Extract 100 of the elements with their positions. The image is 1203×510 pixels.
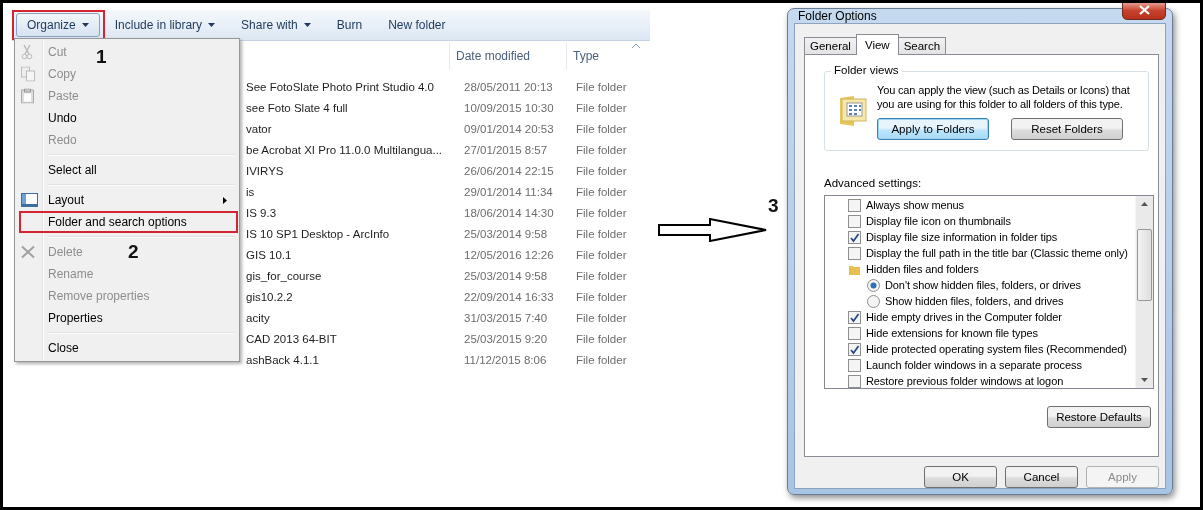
sort-caret-icon bbox=[632, 44, 640, 48]
date-modified: 11/12/2015 8:06 bbox=[464, 353, 548, 366]
file-type: File folder bbox=[576, 185, 627, 198]
menu-item[interactable]: Undo bbox=[17, 107, 77, 129]
file-name: acity bbox=[246, 311, 271, 324]
radio-option[interactable]: Show hidden files, folders, and drives bbox=[825, 293, 1135, 309]
checkbox-option[interactable]: Hide extensions for known file types bbox=[825, 325, 1135, 341]
file-name: GIS 10.1 bbox=[246, 248, 293, 261]
checkbox[interactable] bbox=[848, 230, 861, 244]
step-number: 3 bbox=[768, 195, 779, 217]
column-header[interactable]: Date modified bbox=[449, 42, 566, 70]
date-modified: 09/01/2014 20:53 bbox=[464, 122, 555, 135]
file-type: File folder bbox=[576, 311, 627, 324]
file-type: File folder bbox=[576, 80, 627, 93]
file-name: be Acrobat XI Pro 11.0.0 Multilangua... bbox=[246, 143, 444, 156]
toolbar-button[interactable]: New folder bbox=[377, 13, 457, 37]
menu-item[interactable]: Close bbox=[17, 337, 79, 359]
file-type: File folder bbox=[576, 269, 627, 282]
checkbox[interactable] bbox=[848, 214, 861, 228]
dialog-button[interactable]: Apply to Folders bbox=[877, 118, 989, 140]
file-type: File folder bbox=[576, 206, 627, 219]
file-name: IVIRYS bbox=[246, 164, 285, 177]
checkbox[interactable] bbox=[848, 310, 861, 324]
folder-option: Hidden files and folders bbox=[825, 261, 1135, 277]
menu-item[interactable]: Folder and search options bbox=[17, 211, 237, 233]
checkbox[interactable] bbox=[848, 326, 861, 340]
file-name: gis10.2.2 bbox=[246, 290, 294, 303]
file-name: ashBack 4.1.1 bbox=[246, 353, 320, 366]
checkbox-option[interactable]: Launch folder windows in a separate process bbox=[825, 357, 1135, 373]
checkbox[interactable] bbox=[848, 198, 861, 212]
file-type: File folder bbox=[576, 164, 627, 177]
file-name: IS 10 SP1 Desktop - ArcInfo bbox=[246, 227, 391, 240]
date-modified: 26/06/2014 22:15 bbox=[464, 164, 555, 177]
group-label: Folder views bbox=[831, 64, 902, 76]
date-modified: 25/03/2015 9:20 bbox=[464, 332, 549, 345]
section-label: Advanced settings: bbox=[824, 177, 923, 189]
close-icon bbox=[1138, 5, 1150, 15]
scroll-thumb[interactable] bbox=[1137, 229, 1152, 301]
tab[interactable]: View bbox=[855, 34, 899, 55]
menu-item[interactable]: Properties bbox=[17, 307, 103, 329]
window-title: Folder Options bbox=[798, 9, 877, 23]
date-modified: 27/01/2015 8:57 bbox=[464, 143, 549, 156]
date-modified: 25/03/2014 9:58 bbox=[464, 227, 549, 240]
radio-button[interactable] bbox=[867, 294, 880, 308]
file-name: See FotoSlate Photo Print Studio 4.0 bbox=[246, 80, 435, 93]
checkbox[interactable] bbox=[848, 358, 861, 372]
date-modified: 22/09/2014 16:33 bbox=[464, 290, 555, 303]
file-type: File folder bbox=[576, 101, 627, 114]
file-type: File folder bbox=[576, 332, 627, 345]
radio-button[interactable] bbox=[867, 278, 880, 292]
scroll-up-icon[interactable] bbox=[1141, 202, 1148, 206]
copy-icon bbox=[21, 66, 35, 82]
file-name: IS 9.3 bbox=[246, 206, 278, 219]
folder-view-icon bbox=[838, 95, 868, 127]
layout-icon bbox=[21, 193, 38, 207]
date-modified: 28/05/2011 20:13 bbox=[464, 80, 554, 93]
file-name: vator bbox=[246, 122, 273, 135]
date-modified: 18/06/2014 14:30 bbox=[464, 206, 555, 219]
date-modified: 29/01/2014 11:34 bbox=[464, 185, 554, 198]
date-modified: 12/05/2016 12:26 bbox=[464, 248, 555, 261]
checkbox-option[interactable]: Always show menus bbox=[825, 197, 1135, 213]
delete-icon bbox=[21, 245, 35, 259]
step-number: 2 bbox=[128, 241, 139, 263]
file-name: is bbox=[246, 185, 256, 198]
radio-option[interactable]: Don't show hidden files, folders, or drives bbox=[825, 277, 1135, 293]
file-type: File folder bbox=[576, 143, 627, 156]
tab[interactable]: General bbox=[804, 37, 857, 54]
tab[interactable]: Search bbox=[897, 37, 947, 54]
description-text: You can apply the view (such as Details or Icons) that you are using for this folder to all folders of this type. bbox=[877, 83, 1131, 111]
checkbox-option[interactable]: Restore previous folder windows at logon bbox=[825, 373, 1135, 389]
checkbox-option[interactable]: Hide empty drives in the Computer folder bbox=[825, 309, 1135, 325]
clipboard-icon bbox=[21, 88, 34, 104]
menu-item[interactable]: Layout bbox=[17, 189, 237, 211]
close-button[interactable] bbox=[1122, 3, 1166, 20]
column-header[interactable]: Type bbox=[566, 42, 628, 70]
step-number: 1 bbox=[96, 46, 107, 68]
checkbox-option[interactable]: Display file icon on thumbnails bbox=[825, 213, 1135, 229]
dialog-button[interactable]: Reset Folders bbox=[1011, 118, 1123, 140]
file-type: File folder bbox=[576, 290, 627, 303]
checkbox-option[interactable]: Display the full path in the title bar (Classic theme only) bbox=[825, 245, 1135, 261]
date-modified: 10/09/2015 10:30 bbox=[464, 101, 555, 114]
scroll-down-icon[interactable] bbox=[1141, 378, 1148, 382]
date-modified: 31/03/2015 7:40 bbox=[464, 311, 549, 324]
restore-defaults-button[interactable]: Restore Defaults bbox=[1047, 406, 1151, 428]
scrollbar[interactable] bbox=[1135, 196, 1153, 388]
toolbar-button[interactable]: Burn bbox=[325, 13, 374, 37]
file-name: CAD 2013 64-BIT bbox=[246, 332, 338, 345]
file-type: File folder bbox=[576, 122, 627, 135]
checkbox[interactable] bbox=[848, 246, 861, 260]
checkbox-option[interactable]: Display file size information in folder tips bbox=[825, 229, 1135, 245]
dialog-button[interactable]: OK bbox=[924, 466, 997, 488]
file-type: File folder bbox=[576, 353, 627, 366]
checkbox[interactable] bbox=[848, 374, 861, 388]
menu-item[interactable]: Select all bbox=[17, 159, 97, 181]
toolbar-button[interactable]: Share with bbox=[230, 13, 322, 37]
checkbox[interactable] bbox=[848, 342, 861, 356]
file-name: see Foto Slate 4 full bbox=[246, 101, 349, 114]
dialog-button[interactable]: Cancel bbox=[1005, 466, 1078, 488]
toolbar-button[interactable]: Include in library bbox=[103, 13, 227, 37]
checkbox-option[interactable]: Hide protected operating system files (Recommended) bbox=[825, 341, 1135, 357]
